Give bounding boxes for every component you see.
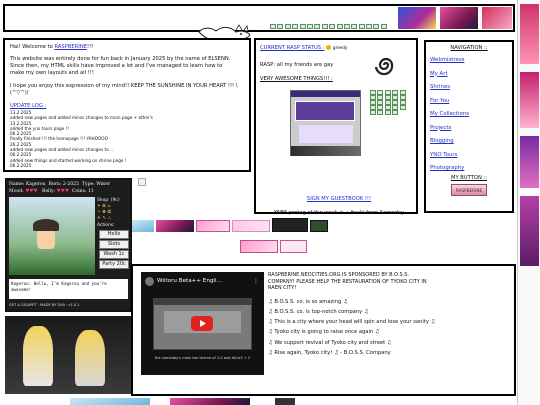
pet-action-hello[interactable]: Hello bbox=[99, 230, 129, 239]
pet-belly: Belly: bbox=[41, 189, 56, 194]
video-caption: the someday's main bar theme of 1.0 and … bbox=[154, 356, 251, 360]
pet-action-wash[interactable]: Wash 1c bbox=[99, 250, 129, 259]
pet-footer[interactable]: GET A GIGAPET · MADE BY SHA · v1.0.1 bbox=[9, 303, 128, 308]
right-edge-strip bbox=[517, 0, 540, 405]
nav-item-projects[interactable]: Projects bbox=[430, 122, 508, 136]
link-button-7[interactable] bbox=[240, 240, 278, 253]
bottom-thumb-2 bbox=[170, 398, 250, 405]
welcome-paragraph-2: I hope you enjoy this expression of my m… bbox=[10, 83, 238, 96]
bottom-thumb-3 bbox=[275, 398, 295, 405]
bottom-thumb-1 bbox=[70, 398, 150, 405]
sponsor-line-3: ♫ This is a city where your head will sp… bbox=[268, 319, 436, 326]
welcome-paragraph-1: This website was entirely done for fun b… bbox=[10, 56, 231, 76]
video-avatar bbox=[145, 277, 154, 286]
nav-item-photography[interactable]: Photography bbox=[430, 162, 508, 176]
pet-coins: Coins: 11 bbox=[71, 189, 94, 194]
video-title: Wiitoru Beta++ Engli... bbox=[157, 278, 222, 284]
welcome-box: Hai! Welcome to RASPBERINE!!! This websi… bbox=[3, 38, 251, 172]
pet-action-slots[interactable]: Slots bbox=[99, 240, 129, 249]
swirl-icon bbox=[374, 57, 394, 76]
sponsor-header: RASPBERINE.NEOCITIES.ORG IS SPONSORED BY… bbox=[268, 272, 427, 292]
protag-line: YNF6 protag of the week is :: Itsuki fro… bbox=[273, 210, 405, 216]
button-title: MY BUTTON :: bbox=[450, 174, 487, 181]
pet-name: Name: Kagerou bbox=[9, 182, 46, 187]
top-flag-row bbox=[270, 24, 388, 29]
video-embed[interactable]: Wiitoru Beta++ Engli... ⋮ the someday's … bbox=[141, 272, 264, 375]
link-button-2[interactable] bbox=[156, 220, 194, 232]
banner-thumb-2[interactable] bbox=[440, 7, 478, 29]
nav-item-my-collections[interactable]: My Collections bbox=[430, 108, 508, 122]
banner-thumb-1[interactable] bbox=[398, 7, 436, 29]
welcome-heading: Hai! Welcome to RASPBERINE!!! bbox=[10, 44, 94, 50]
play-button[interactable] bbox=[191, 316, 213, 331]
nav-item-my-art[interactable]: My Art bbox=[430, 68, 508, 82]
pet-mood: Mood: bbox=[9, 189, 24, 194]
banner-thumb-3[interactable] bbox=[482, 7, 512, 29]
nav-item-webmistress[interactable]: Webmistress bbox=[430, 54, 508, 68]
pet-born: Born: 2-2025 bbox=[48, 182, 79, 187]
things-title: VERY AWESOME THINGS!!! : bbox=[260, 76, 333, 82]
game-screenshot bbox=[290, 90, 361, 156]
nav-item-shrines[interactable]: Shrines bbox=[430, 81, 508, 95]
pet-scene bbox=[9, 197, 95, 275]
link-button-4[interactable] bbox=[232, 220, 270, 232]
sponsor-text: RASPBERINE.NEOCITIES.ORG IS SPONSORED BY… bbox=[268, 272, 512, 358]
sponsor-line-5: ♫ We support revival of Tyoko city and s… bbox=[268, 339, 392, 346]
character-art bbox=[5, 316, 131, 394]
sponsor-line-2: ♫ B.O.S.S. co. is top-notch company ♫ bbox=[268, 308, 369, 315]
link-button-8[interactable] bbox=[280, 240, 307, 253]
pet-message: Kagerou: Hello, I'm Kagerou and you're a… bbox=[9, 279, 128, 299]
site-button[interactable]: RASPBERINE bbox=[451, 183, 487, 196]
update-log-title: UPDATE LOG : bbox=[10, 103, 47, 109]
sponsor-line-4: ♫ Tyoko city is going to raise once agai… bbox=[268, 329, 380, 336]
pet-shop-items[interactable]: ✦ ✿ ☕ ✧ ♣ ✪ ☀ ✎ ♨ bbox=[97, 204, 131, 222]
sponsor-line-1: ♫ B.O.S.S. co. is so amazing ♫ bbox=[268, 298, 348, 305]
nav-item-blogging[interactable]: Blogging bbox=[430, 135, 508, 149]
pet-actions-label: Actions: bbox=[97, 223, 115, 228]
mood-icon bbox=[326, 45, 332, 50]
pet-type: Type: Water bbox=[81, 182, 111, 187]
link-button-5[interactable] bbox=[272, 218, 308, 232]
more-options-icon[interactable]: ⋮ bbox=[253, 277, 259, 286]
site-name-link[interactable]: RASPBERINE bbox=[54, 44, 87, 50]
sponsor-line-6: ♫ Rise again, Tyoko city! ♫ - B.O.S.S. C… bbox=[268, 349, 391, 356]
link-button-3[interactable] bbox=[196, 220, 230, 232]
status-box: CURRENT RASP STATUS : greedy RASP: all m… bbox=[254, 38, 418, 216]
gigapet-widget: Name: Kagerou Born: 2-2025 Type: Water M… bbox=[5, 178, 132, 312]
status-title: CURRENT RASP STATUS : greedy bbox=[260, 45, 348, 51]
nav-title: NAVIGATION :: bbox=[450, 45, 488, 51]
link-button-1[interactable] bbox=[132, 220, 154, 232]
broken-image-icon bbox=[138, 178, 146, 186]
nav-item-yno-tours[interactable]: YNO Tours bbox=[430, 149, 508, 163]
link-button-6[interactable] bbox=[310, 220, 328, 232]
navigation-box: NAVIGATION :: Webmistress My Art Shrines… bbox=[424, 40, 514, 213]
pet-action-party[interactable]: Party 20c bbox=[99, 260, 129, 269]
nav-item-for-you[interactable]: For You bbox=[430, 95, 508, 109]
top-banner bbox=[3, 4, 515, 32]
flag-grid bbox=[370, 90, 412, 115]
play-icon bbox=[200, 320, 206, 327]
update-log: 13.2.2025 added new pages and added mino… bbox=[10, 110, 153, 168]
guestbook-link[interactable]: SIGN MY GUESTBOOK !!! bbox=[264, 196, 414, 203]
